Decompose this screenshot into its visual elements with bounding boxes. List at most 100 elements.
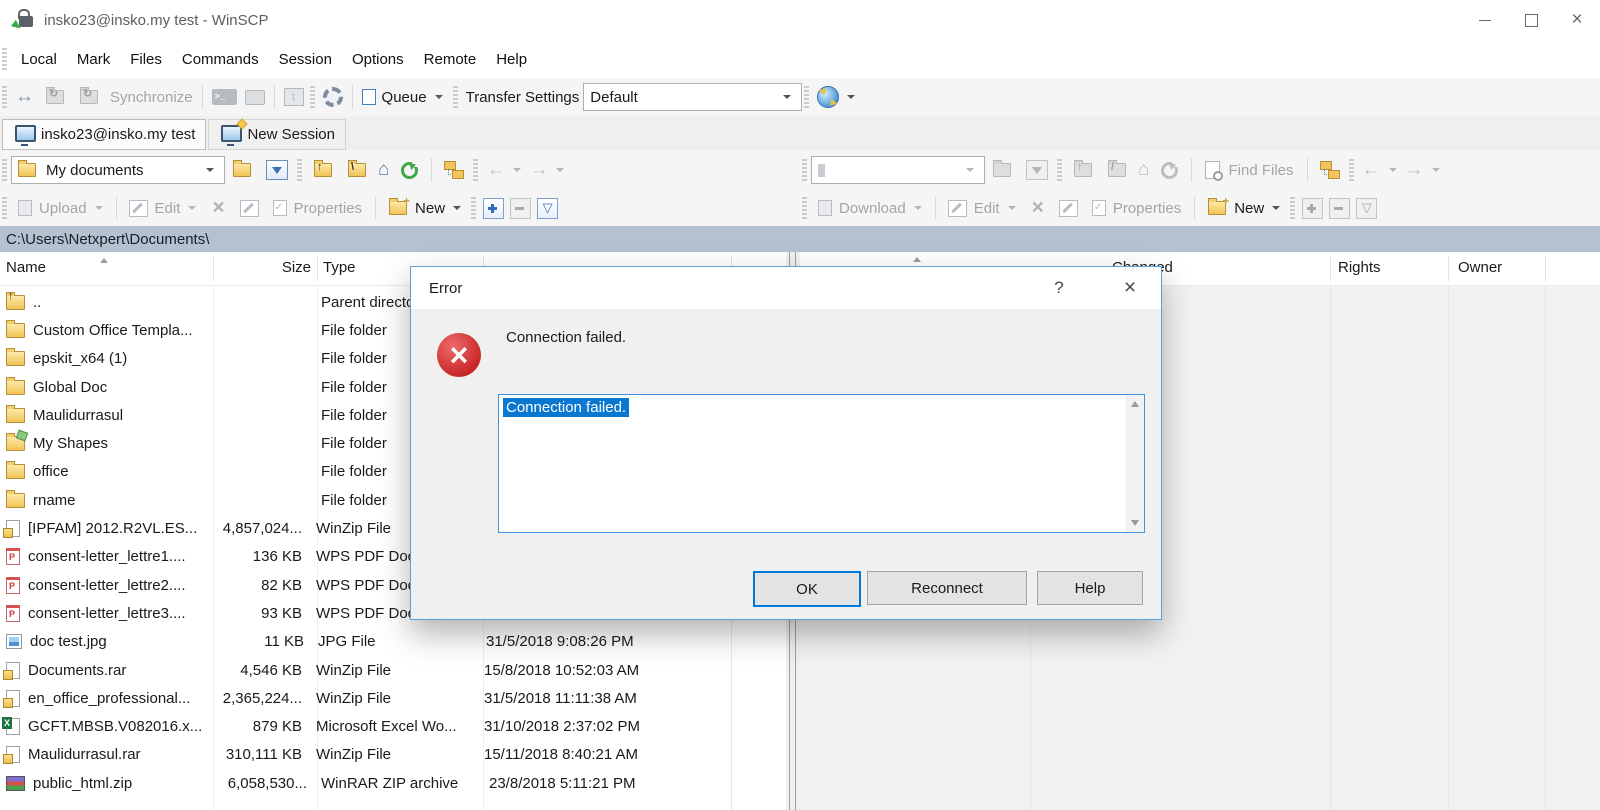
chevron-down-icon[interactable] (556, 168, 564, 172)
ok-button[interactable]: OK (753, 571, 861, 607)
unselect-minus-button[interactable] (510, 198, 531, 219)
table-row[interactable]: doc test.jpg11 KBJPG File31/5/2018 9:08:… (0, 628, 786, 656)
column-header-type[interactable]: Type (323, 259, 356, 276)
toolbar-grip-handle[interactable] (471, 197, 476, 219)
filter-button[interactable] (1019, 156, 1055, 184)
combo-dropdown-button[interactable] (779, 84, 795, 110)
file-transfer-button[interactable] (241, 83, 269, 111)
chevron-down-icon[interactable] (1432, 168, 1440, 172)
combo-dropdown-button[interactable] (202, 157, 218, 183)
forward-button[interactable]: → (525, 156, 552, 184)
synchronize-browsing-globe-button[interactable] (813, 83, 843, 111)
parent-directory-button[interactable]: ↑ (1066, 156, 1100, 184)
new-button[interactable]: New (381, 194, 469, 222)
column-header-rights[interactable]: Rights (1338, 259, 1381, 276)
combo-dropdown-button[interactable] (962, 157, 978, 183)
home-directory-button[interactable]: ⌂ (1134, 156, 1153, 184)
toolbar-grip-handle[interactable] (2, 159, 7, 181)
open-terminal-button[interactable]: >_ (208, 83, 241, 111)
remote-directory-combo[interactable] (811, 156, 985, 184)
toolbar-grip-handle[interactable] (473, 159, 478, 181)
column-divider[interactable] (1448, 256, 1449, 281)
toolbar-grip-handle[interactable] (1290, 197, 1295, 219)
column-divider[interactable] (1545, 256, 1546, 281)
toolbar-grip-handle[interactable] (297, 159, 302, 181)
rename-button[interactable] (1052, 194, 1085, 222)
preferences-button[interactable] (319, 83, 347, 111)
textbox-scrollbar[interactable] (1126, 395, 1144, 532)
directory-tree-button[interactable] (1313, 156, 1347, 184)
upload-button[interactable]: Upload (11, 194, 111, 222)
scroll-down-icon[interactable] (1131, 520, 1139, 526)
menu-help[interactable]: Help (486, 51, 537, 68)
table-row[interactable]: public_html.zip6,058,530...WinRAR ZIP ar… (0, 769, 786, 797)
toolbar-grip-handle[interactable] (453, 86, 458, 108)
chevron-down-icon[interactable] (513, 168, 521, 172)
select-plus-button[interactable] (483, 198, 504, 219)
select-plus-button[interactable] (1302, 198, 1323, 219)
column-divider[interactable] (213, 256, 214, 281)
menu-commands[interactable]: Commands (172, 51, 269, 68)
back-button[interactable]: ← (482, 156, 509, 184)
synchronize-button[interactable]: ↻ (72, 83, 106, 111)
maximize-button[interactable] (1508, 0, 1554, 40)
new-session-tab[interactable]: New Session (208, 119, 346, 150)
properties-button[interactable]: Properties (266, 194, 370, 222)
column-header-name[interactable]: Name (6, 259, 46, 276)
dialog-help-button[interactable]: ? (1039, 267, 1079, 309)
menu-session[interactable]: Session (269, 51, 342, 68)
chevron-down-icon[interactable] (847, 95, 855, 99)
scroll-up-icon[interactable] (1131, 401, 1139, 407)
toolbar-grip-handle[interactable] (1349, 159, 1354, 181)
queue-button[interactable]: Queue (358, 83, 451, 111)
local-path[interactable]: C:\Users\Netxpert\Documents\ (6, 231, 209, 248)
toolbar-grip-handle[interactable] (2, 86, 7, 108)
table-row[interactable]: Documents.rar4,546 KBWinZip File15/8/201… (0, 656, 786, 684)
unselect-minus-button[interactable] (1329, 198, 1350, 219)
error-detail-textbox[interactable]: Connection failed. (498, 394, 1145, 533)
open-directory-button[interactable] (985, 156, 1019, 184)
minimize-button[interactable] (1462, 0, 1508, 40)
edit-button[interactable]: Edit (122, 194, 205, 222)
new-button[interactable]: New (1200, 194, 1288, 222)
session-tab-active[interactable]: insko23@insko.my test (2, 119, 206, 150)
table-row[interactable]: en_office_professional...2,365,224...Win… (0, 684, 786, 712)
synchronize-label[interactable]: Synchronize (110, 89, 193, 106)
column-header-size[interactable]: Size (213, 259, 311, 276)
forward-button[interactable]: → (1401, 156, 1428, 184)
dialog-close-button[interactable]: × (1107, 267, 1153, 309)
help-button[interactable]: Help (1037, 571, 1143, 605)
download-button[interactable]: Download (811, 194, 930, 222)
refresh-button[interactable] (1153, 156, 1186, 184)
menu-local[interactable]: Local (11, 51, 67, 68)
table-row[interactable]: Maulidurrasul.rar310,111 KBWinZip File15… (0, 741, 786, 769)
toolbar-grip-handle[interactable] (310, 86, 315, 108)
home-directory-button[interactable]: ⌂ (374, 156, 393, 184)
menu-options[interactable]: Options (342, 51, 414, 68)
edit-button[interactable]: Edit (941, 194, 1024, 222)
selected-error-text[interactable]: Connection failed. (503, 398, 629, 417)
transfer-mode-button[interactable]: ↕ (280, 83, 308, 111)
local-directory-combo[interactable]: My documents (11, 156, 225, 184)
rename-button[interactable] (233, 194, 266, 222)
refresh-button[interactable] (393, 156, 426, 184)
find-files-button[interactable]: Find Files (1197, 156, 1301, 184)
synchronize-browsing-button[interactable]: ↻ (38, 83, 72, 111)
compare-directories-button[interactable]: ↔ (11, 83, 38, 111)
delete-button[interactable]: × (204, 194, 232, 222)
toolbar-grip-handle[interactable] (2, 197, 7, 219)
back-button[interactable]: ← (1358, 156, 1385, 184)
close-button[interactable]: × (1554, 0, 1600, 40)
column-header-owner[interactable]: Owner (1458, 259, 1502, 276)
menu-grip-handle[interactable] (2, 48, 7, 70)
menu-files[interactable]: Files (120, 51, 172, 68)
selection-filter-button[interactable]: ▽ (1356, 198, 1377, 219)
parent-directory-button[interactable]: ↑ (306, 156, 340, 184)
toolbar-grip-handle[interactable] (802, 159, 807, 181)
filter-button[interactable] (259, 156, 295, 184)
path-bar[interactable]: C:\Users\Netxpert\Documents\ (0, 226, 1600, 252)
column-divider[interactable] (317, 256, 318, 281)
table-row[interactable]: GCFT.MBSB.V082016.x...879 KBMicrosoft Ex… (0, 712, 786, 740)
properties-button[interactable]: Properties (1085, 194, 1189, 222)
delete-button[interactable]: × (1024, 194, 1052, 222)
